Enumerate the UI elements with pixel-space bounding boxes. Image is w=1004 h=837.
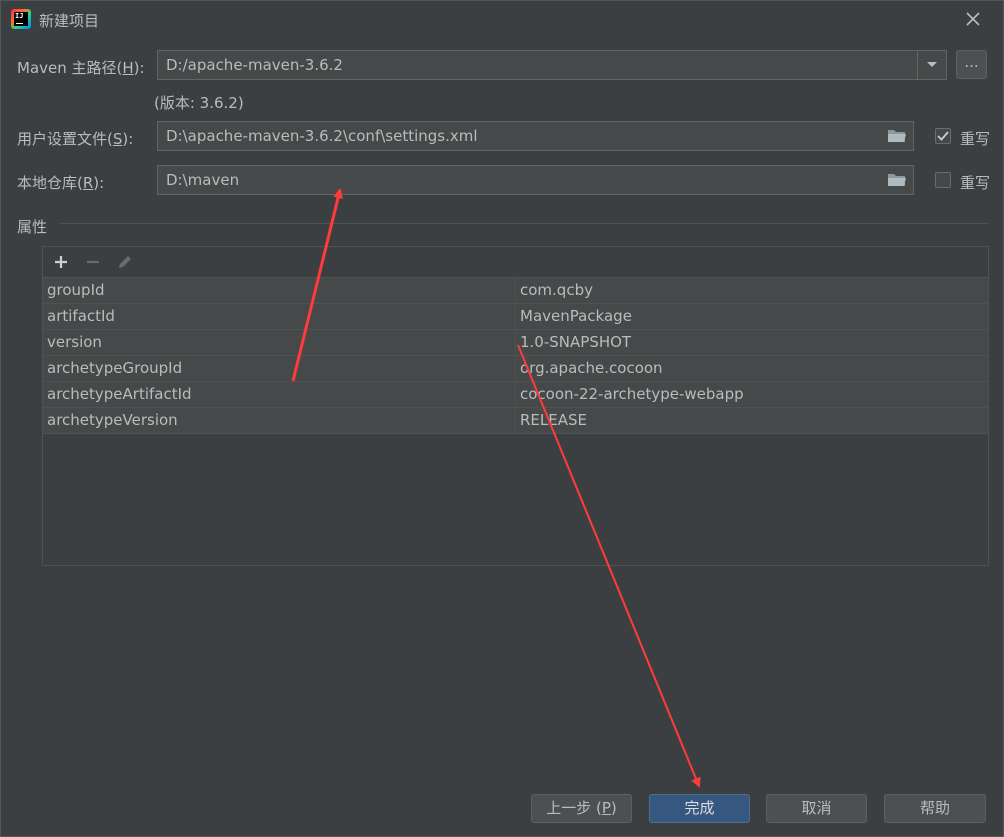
section-divider: [59, 223, 989, 224]
previous-button[interactable]: 上一步 (P): [531, 794, 632, 823]
properties-section-title: 属性: [17, 218, 48, 236]
property-key: groupId: [47, 281, 105, 299]
cancel-button[interactable]: 取消: [766, 794, 867, 823]
property-key: version: [47, 333, 102, 351]
table-row[interactable]: archetypeVersion RELEASE: [43, 407, 988, 434]
property-value[interactable]: cocoon-22-archetype-webapp: [520, 385, 744, 403]
maven-home-value: D:/apache-maven-3.6.2: [166, 56, 343, 74]
maven-version-note: (版本: 3.6.2): [154, 94, 244, 112]
property-value[interactable]: MavenPackage: [520, 307, 632, 325]
settings-override-label: 重写: [960, 130, 991, 148]
properties-toolbar: [43, 247, 988, 277]
table-row[interactable]: version 1.0-SNAPSHOT: [43, 329, 988, 355]
new-project-dialog: IJ 新建项目 Maven 主路径(H): D:/apache-maven-3.…: [0, 0, 1004, 837]
folder-icon[interactable]: [887, 127, 907, 145]
plus-icon[interactable]: [51, 252, 71, 272]
table-row[interactable]: archetypeArtifactId cocoon-22-archetype-…: [43, 381, 988, 407]
settings-file-field[interactable]: D:\apache-maven-3.6.2\conf\settings.xml: [157, 121, 914, 151]
property-value[interactable]: 1.0-SNAPSHOT: [520, 333, 631, 351]
help-button[interactable]: 帮助: [884, 794, 986, 823]
property-value[interactable]: com.qcby: [520, 281, 593, 299]
settings-file-value: D:\apache-maven-3.6.2\conf\settings.xml: [166, 127, 478, 145]
intellij-logo-icon: IJ: [11, 9, 31, 29]
property-value[interactable]: RELEASE: [520, 411, 587, 429]
local-repo-label: 本地仓库(R):: [17, 174, 105, 192]
dropdown-arrow-icon[interactable]: [917, 51, 946, 79]
properties-table: groupId com.qcby artifactId MavenPackage…: [42, 246, 989, 566]
property-key: archetypeGroupId: [47, 359, 183, 377]
local-repo-value: D:\maven: [166, 171, 240, 189]
local-repo-field[interactable]: D:\maven: [157, 165, 914, 195]
table-row[interactable]: groupId com.qcby: [43, 277, 988, 303]
table-row[interactable]: archetypeGroupId org.apache.cocoon: [43, 355, 988, 381]
property-value[interactable]: org.apache.cocoon: [520, 359, 663, 377]
title-bar: IJ 新建项目: [1, 1, 1003, 37]
window-title: 新建项目: [39, 12, 100, 30]
maven-home-browse-button[interactable]: ...: [956, 50, 987, 79]
table-row[interactable]: artifactId MavenPackage: [43, 303, 988, 329]
property-key: artifactId: [47, 307, 115, 325]
property-key: archetypeVersion: [47, 411, 178, 429]
settings-override-checkbox[interactable]: [935, 128, 951, 144]
property-key: archetypeArtifactId: [47, 385, 192, 403]
close-icon[interactable]: [963, 9, 983, 29]
maven-home-label: Maven 主路径(H):: [17, 59, 145, 77]
local-repo-override-label: 重写: [960, 174, 991, 192]
folder-icon[interactable]: [887, 171, 907, 189]
properties-grid: groupId com.qcby artifactId MavenPackage…: [43, 277, 988, 434]
pencil-icon[interactable]: [115, 252, 135, 272]
finish-button[interactable]: 完成: [649, 794, 750, 823]
local-repo-override-checkbox[interactable]: [935, 172, 951, 188]
settings-file-label: 用户设置文件(S):: [17, 130, 134, 148]
maven-home-combobox[interactable]: D:/apache-maven-3.6.2: [157, 50, 947, 80]
minus-icon[interactable]: [83, 252, 103, 272]
